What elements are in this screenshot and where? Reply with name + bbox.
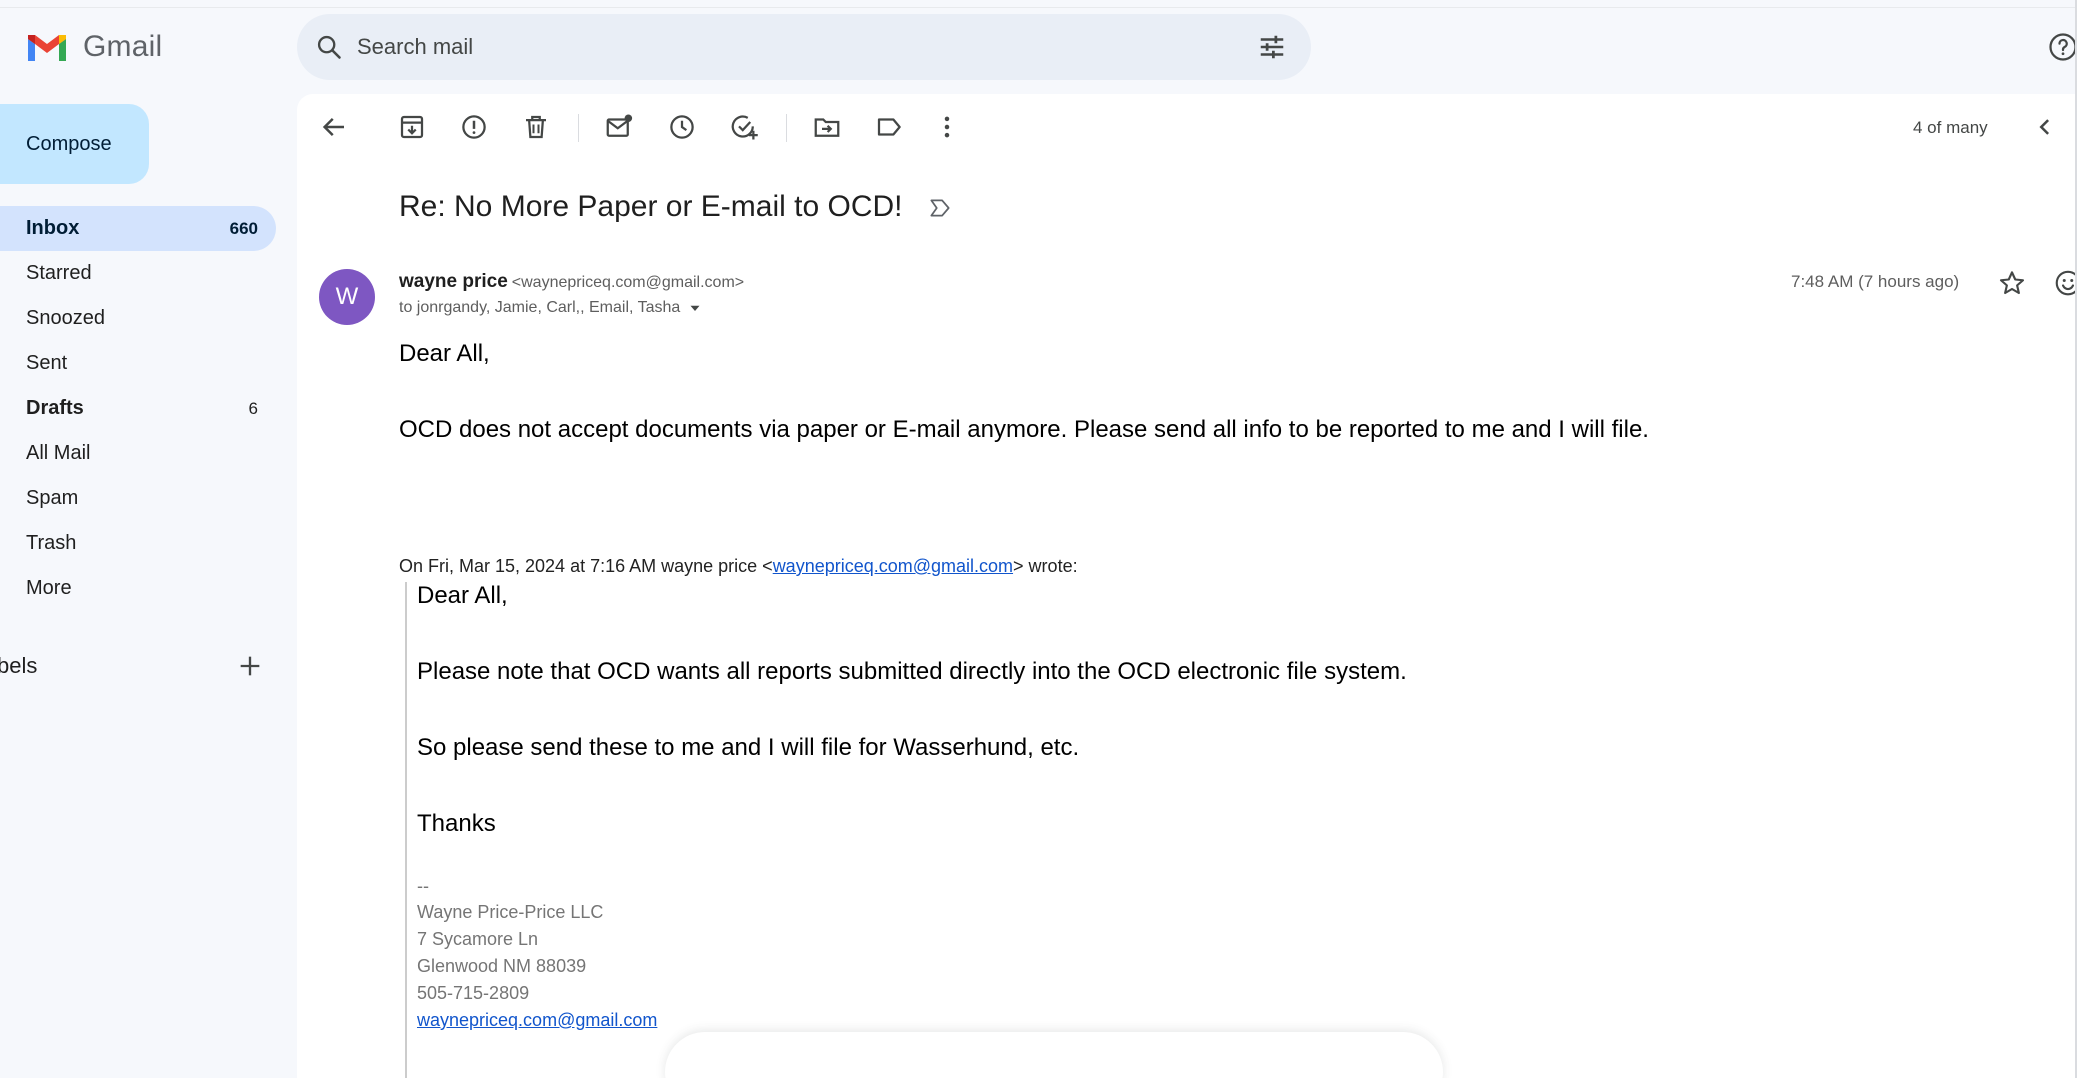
toolbar-divider [786, 114, 787, 142]
delete-icon[interactable] [521, 112, 551, 142]
sidebar-nav: Inbox 660 Starred Snoozed Sent Drafts 6 … [0, 206, 276, 611]
search-input[interactable] [357, 28, 1217, 66]
quote-attribution: On Fri, Mar 15, 2024 at 7:16 AM wayne pr… [399, 556, 1078, 577]
add-to-tasks-icon[interactable] [729, 112, 759, 142]
message-view: 4 of many Re: No More Paper or E-mail to… [297, 94, 2081, 1078]
recipients-text: to jonrgandy, Jamie, Carl,, Email, Tasha [399, 299, 681, 316]
sidebar-item-snoozed[interactable]: Snoozed [0, 296, 276, 341]
sidebar-item-trash[interactable]: Trash [0, 521, 276, 566]
report-spam-icon[interactable] [459, 112, 489, 142]
gmail-logo[interactable]: Gmail [25, 30, 162, 64]
sidebar-item-all-mail[interactable]: All Mail [0, 431, 276, 476]
sender-name[interactable]: wayne price [399, 271, 508, 292]
drafts-count: 6 [248, 398, 258, 418]
quote-attribution-suffix: > wrote: [1013, 556, 1078, 576]
labels-heading: bels [0, 653, 38, 678]
window-edge [2075, 0, 2093, 1078]
quote-attribution-prefix: On Fri, Mar 15, 2024 at 7:16 AM wayne pr… [399, 556, 773, 576]
add-label-icon[interactable] [236, 652, 264, 680]
recipients-line: to jonrgandy, Jamie, Carl,, Email, Tasha [399, 299, 704, 317]
sidebar-item-more[interactable]: More [0, 566, 276, 611]
snooze-icon[interactable] [667, 112, 697, 142]
quoted-paragraph: Dear All, [417, 582, 508, 609]
unread-count: 660 [229, 218, 258, 238]
sidebar-item-label: Drafts [26, 397, 84, 419]
sidebar-item-label: More [26, 577, 72, 599]
quote-sender-link[interactable]: waynepriceq.com@gmail.com [773, 556, 1013, 576]
sidebar-item-sent[interactable]: Sent [0, 341, 276, 386]
sidebar-item-label: Spam [26, 487, 79, 509]
sidebar-item-label: All Mail [26, 442, 91, 464]
sidebar-item-inbox[interactable]: Inbox 660 [0, 206, 276, 251]
sidebar-item-starred[interactable]: Starred [0, 251, 276, 296]
signature-line: 7 Sycamore Ln [417, 929, 539, 949]
toolbar-divider [578, 114, 579, 142]
email-timestamp: 7:48 AM (7 hours ago) [1791, 272, 1960, 291]
search-icon[interactable] [315, 33, 343, 61]
quoted-paragraph: Please note that OCD wants all reports s… [417, 658, 1407, 685]
chevron-left-icon[interactable] [2030, 112, 2060, 142]
search-options-icon[interactable] [1257, 32, 1287, 62]
show-details-icon[interactable] [686, 299, 704, 317]
body-paragraph: Dear All, [399, 340, 490, 367]
avatar[interactable]: W [319, 269, 375, 325]
star-icon[interactable] [1997, 268, 2027, 298]
compose-button[interactable]: Compose [0, 104, 149, 184]
app-name: Gmail [83, 30, 163, 63]
sidebar-item-label: Snoozed [26, 307, 105, 329]
quote-bar [405, 582, 407, 1078]
quoted-paragraph: So please send these to me and I will fi… [417, 734, 1080, 761]
sender-email: <waynepriceq.com@gmail.com> [511, 274, 745, 291]
back-arrow-icon[interactable] [319, 112, 349, 142]
signature-email-link[interactable]: waynepriceq.com@gmail.com [417, 1010, 657, 1031]
search-bar [297, 14, 1311, 80]
signature-line: 505-715-2809 [417, 983, 530, 1003]
body-paragraph: OCD does not accept documents via paper … [399, 416, 1649, 443]
sidebar-item-label: Starred [26, 262, 92, 284]
sidebar-item-label: Inbox [26, 217, 80, 239]
sidebar-item-drafts[interactable]: Drafts 6 [0, 386, 276, 431]
email-subject: Re: No More Paper or E-mail to OCD! [399, 190, 903, 223]
sender-line: wayne price <waynepriceq.com@gmail.com> [399, 271, 744, 293]
pagination-text: 4 of many [1913, 118, 1988, 137]
importance-marker-icon[interactable] [927, 195, 953, 221]
sidebar-item-label: Sent [26, 352, 68, 374]
gmail-m-icon [28, 35, 66, 61]
reply-actions-area [665, 1032, 1443, 1078]
quoted-paragraph: Thanks [417, 810, 496, 837]
help-icon[interactable] [2048, 32, 2078, 62]
window-top-strip [0, 0, 2093, 8]
labels-section: bels [0, 648, 276, 684]
signature-line: -- [417, 876, 429, 896]
sidebar-item-label: Trash [26, 532, 77, 554]
signature-line: Wayne Price-Price LLC [417, 902, 604, 922]
mark-unread-icon[interactable] [604, 112, 634, 142]
label-icon[interactable] [874, 112, 904, 142]
signature-line: Glenwood NM 88039 [417, 956, 587, 976]
sidebar-item-spam[interactable]: Spam [0, 476, 276, 521]
archive-icon[interactable] [397, 112, 427, 142]
move-to-icon[interactable] [812, 112, 842, 142]
more-vert-icon[interactable] [932, 112, 962, 142]
